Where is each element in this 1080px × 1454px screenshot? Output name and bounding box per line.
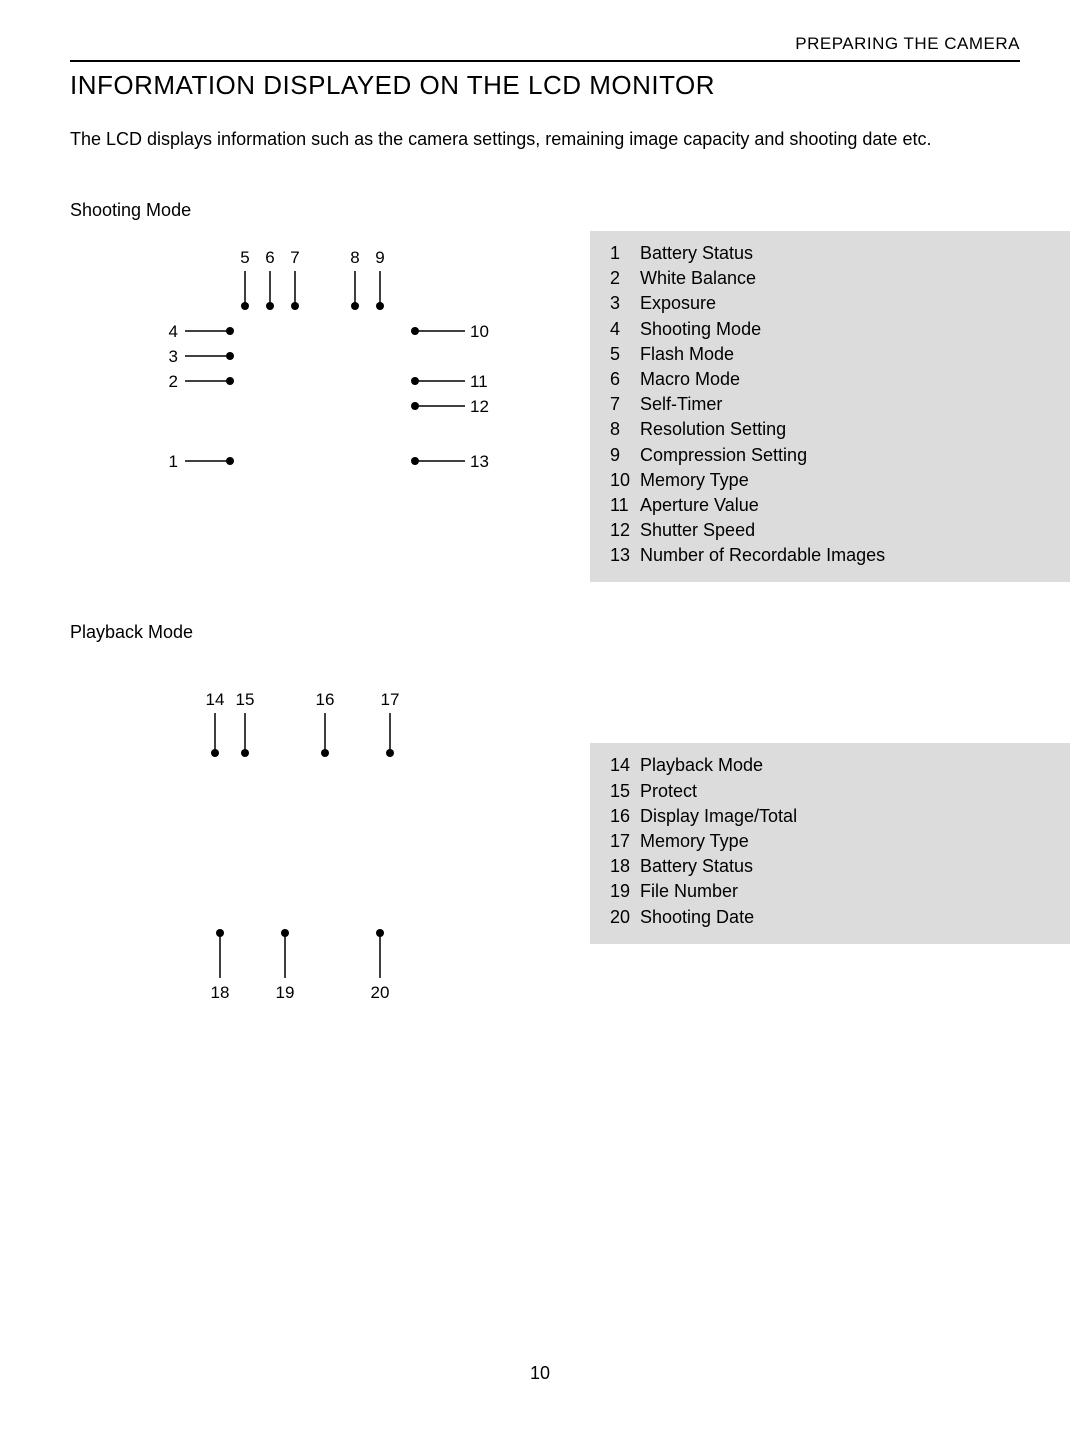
legend-item: 13Number of Recordable Images bbox=[610, 543, 1050, 568]
callout-8-icon: 8 bbox=[350, 248, 359, 310]
callout-11-label: 11 bbox=[470, 372, 488, 391]
callout-9-label: 9 bbox=[375, 248, 384, 267]
callout-7-label: 7 bbox=[290, 248, 299, 267]
callout-14-label: 14 bbox=[206, 690, 225, 709]
page-number: 10 bbox=[0, 1363, 1080, 1384]
intro-text: The LCD displays information such as the… bbox=[70, 129, 1020, 150]
callout-4-label: 4 bbox=[169, 322, 178, 341]
callout-10-icon: 10 bbox=[411, 322, 489, 341]
callout-8-label: 8 bbox=[350, 248, 359, 267]
legend-item: 8Resolution Setting bbox=[610, 417, 1050, 442]
callout-13-label: 13 bbox=[470, 452, 489, 471]
shooting-mode-section: 5 6 7 8 bbox=[70, 231, 1020, 582]
shooting-mode-legend: 1Battery Status 2White Balance 3Exposure… bbox=[590, 231, 1070, 582]
callout-16-label: 16 bbox=[316, 690, 335, 709]
playback-mode-diagram: 14 15 16 17 bbox=[70, 653, 530, 1058]
callout-20-icon: 20 bbox=[371, 929, 390, 1002]
legend-item: 20Shooting Date bbox=[610, 905, 1050, 930]
callout-5-icon: 5 bbox=[240, 248, 249, 310]
callout-7-icon: 7 bbox=[290, 248, 299, 310]
callout-19-label: 19 bbox=[276, 983, 295, 1002]
header-rule bbox=[70, 60, 1020, 62]
page-title: INFORMATION DISPLAYED ON THE LCD MONITOR bbox=[70, 70, 1020, 101]
callout-19-icon: 19 bbox=[276, 929, 295, 1002]
chapter-label: PREPARING THE CAMERA bbox=[70, 34, 1020, 54]
callout-15-label: 15 bbox=[236, 690, 255, 709]
shooting-mode-diagram: 5 6 7 8 bbox=[70, 231, 530, 526]
callout-20-label: 20 bbox=[371, 983, 390, 1002]
legend-item: 15Protect bbox=[610, 779, 1050, 804]
shooting-mode-heading: Shooting Mode bbox=[70, 200, 1020, 221]
callout-1-label: 1 bbox=[169, 452, 178, 471]
callout-17-label: 17 bbox=[381, 690, 400, 709]
legend-item: 12Shutter Speed bbox=[610, 518, 1050, 543]
callout-2-label: 2 bbox=[169, 372, 178, 391]
callout-13-icon: 13 bbox=[411, 452, 489, 471]
legend-item: 16Display Image/Total bbox=[610, 804, 1050, 829]
playback-mode-section: 14 15 16 17 bbox=[70, 653, 1020, 1058]
callout-9-icon: 9 bbox=[375, 248, 384, 310]
legend-item: 7Self-Timer bbox=[610, 392, 1050, 417]
callout-4-icon: 4 bbox=[169, 322, 234, 341]
callout-17-icon: 17 bbox=[381, 690, 400, 757]
callout-12-label: 12 bbox=[470, 397, 489, 416]
legend-item: 2White Balance bbox=[610, 266, 1050, 291]
playback-mode-heading: Playback Mode bbox=[70, 622, 1020, 643]
manual-page: PREPARING THE CAMERA INFORMATION DISPLAY… bbox=[0, 0, 1080, 1454]
callout-16-icon: 16 bbox=[316, 690, 335, 757]
legend-item: 11Aperture Value bbox=[610, 493, 1050, 518]
legend-item: 1Battery Status bbox=[610, 241, 1050, 266]
legend-item: 14Playback Mode bbox=[610, 753, 1050, 778]
legend-item: 3Exposure bbox=[610, 291, 1050, 316]
callout-5-label: 5 bbox=[240, 248, 249, 267]
legend-item: 10Memory Type bbox=[610, 468, 1050, 493]
callout-3-label: 3 bbox=[169, 347, 178, 366]
callout-15-icon: 15 bbox=[236, 690, 255, 757]
callout-18-label: 18 bbox=[211, 983, 230, 1002]
callout-10-label: 10 bbox=[470, 322, 489, 341]
callout-14-icon: 14 bbox=[206, 690, 225, 757]
callout-11-icon: 11 bbox=[411, 372, 488, 391]
callout-18-icon: 18 bbox=[211, 929, 230, 1002]
legend-item: 18Battery Status bbox=[610, 854, 1050, 879]
legend-item: 5Flash Mode bbox=[610, 342, 1050, 367]
callout-12-icon: 12 bbox=[411, 397, 489, 416]
callout-2-icon: 2 bbox=[169, 372, 234, 391]
legend-item: 17Memory Type bbox=[610, 829, 1050, 854]
legend-item: 19File Number bbox=[610, 879, 1050, 904]
callout-6-label: 6 bbox=[265, 248, 274, 267]
callout-1-icon: 1 bbox=[169, 452, 234, 471]
legend-item: 4Shooting Mode bbox=[610, 317, 1050, 342]
playback-mode-legend: 14Playback Mode 15Protect 16Display Imag… bbox=[590, 743, 1070, 943]
callout-6-icon: 6 bbox=[265, 248, 274, 310]
legend-item: 6Macro Mode bbox=[610, 367, 1050, 392]
callout-3-icon: 3 bbox=[169, 347, 234, 366]
legend-item: 9Compression Setting bbox=[610, 443, 1050, 468]
